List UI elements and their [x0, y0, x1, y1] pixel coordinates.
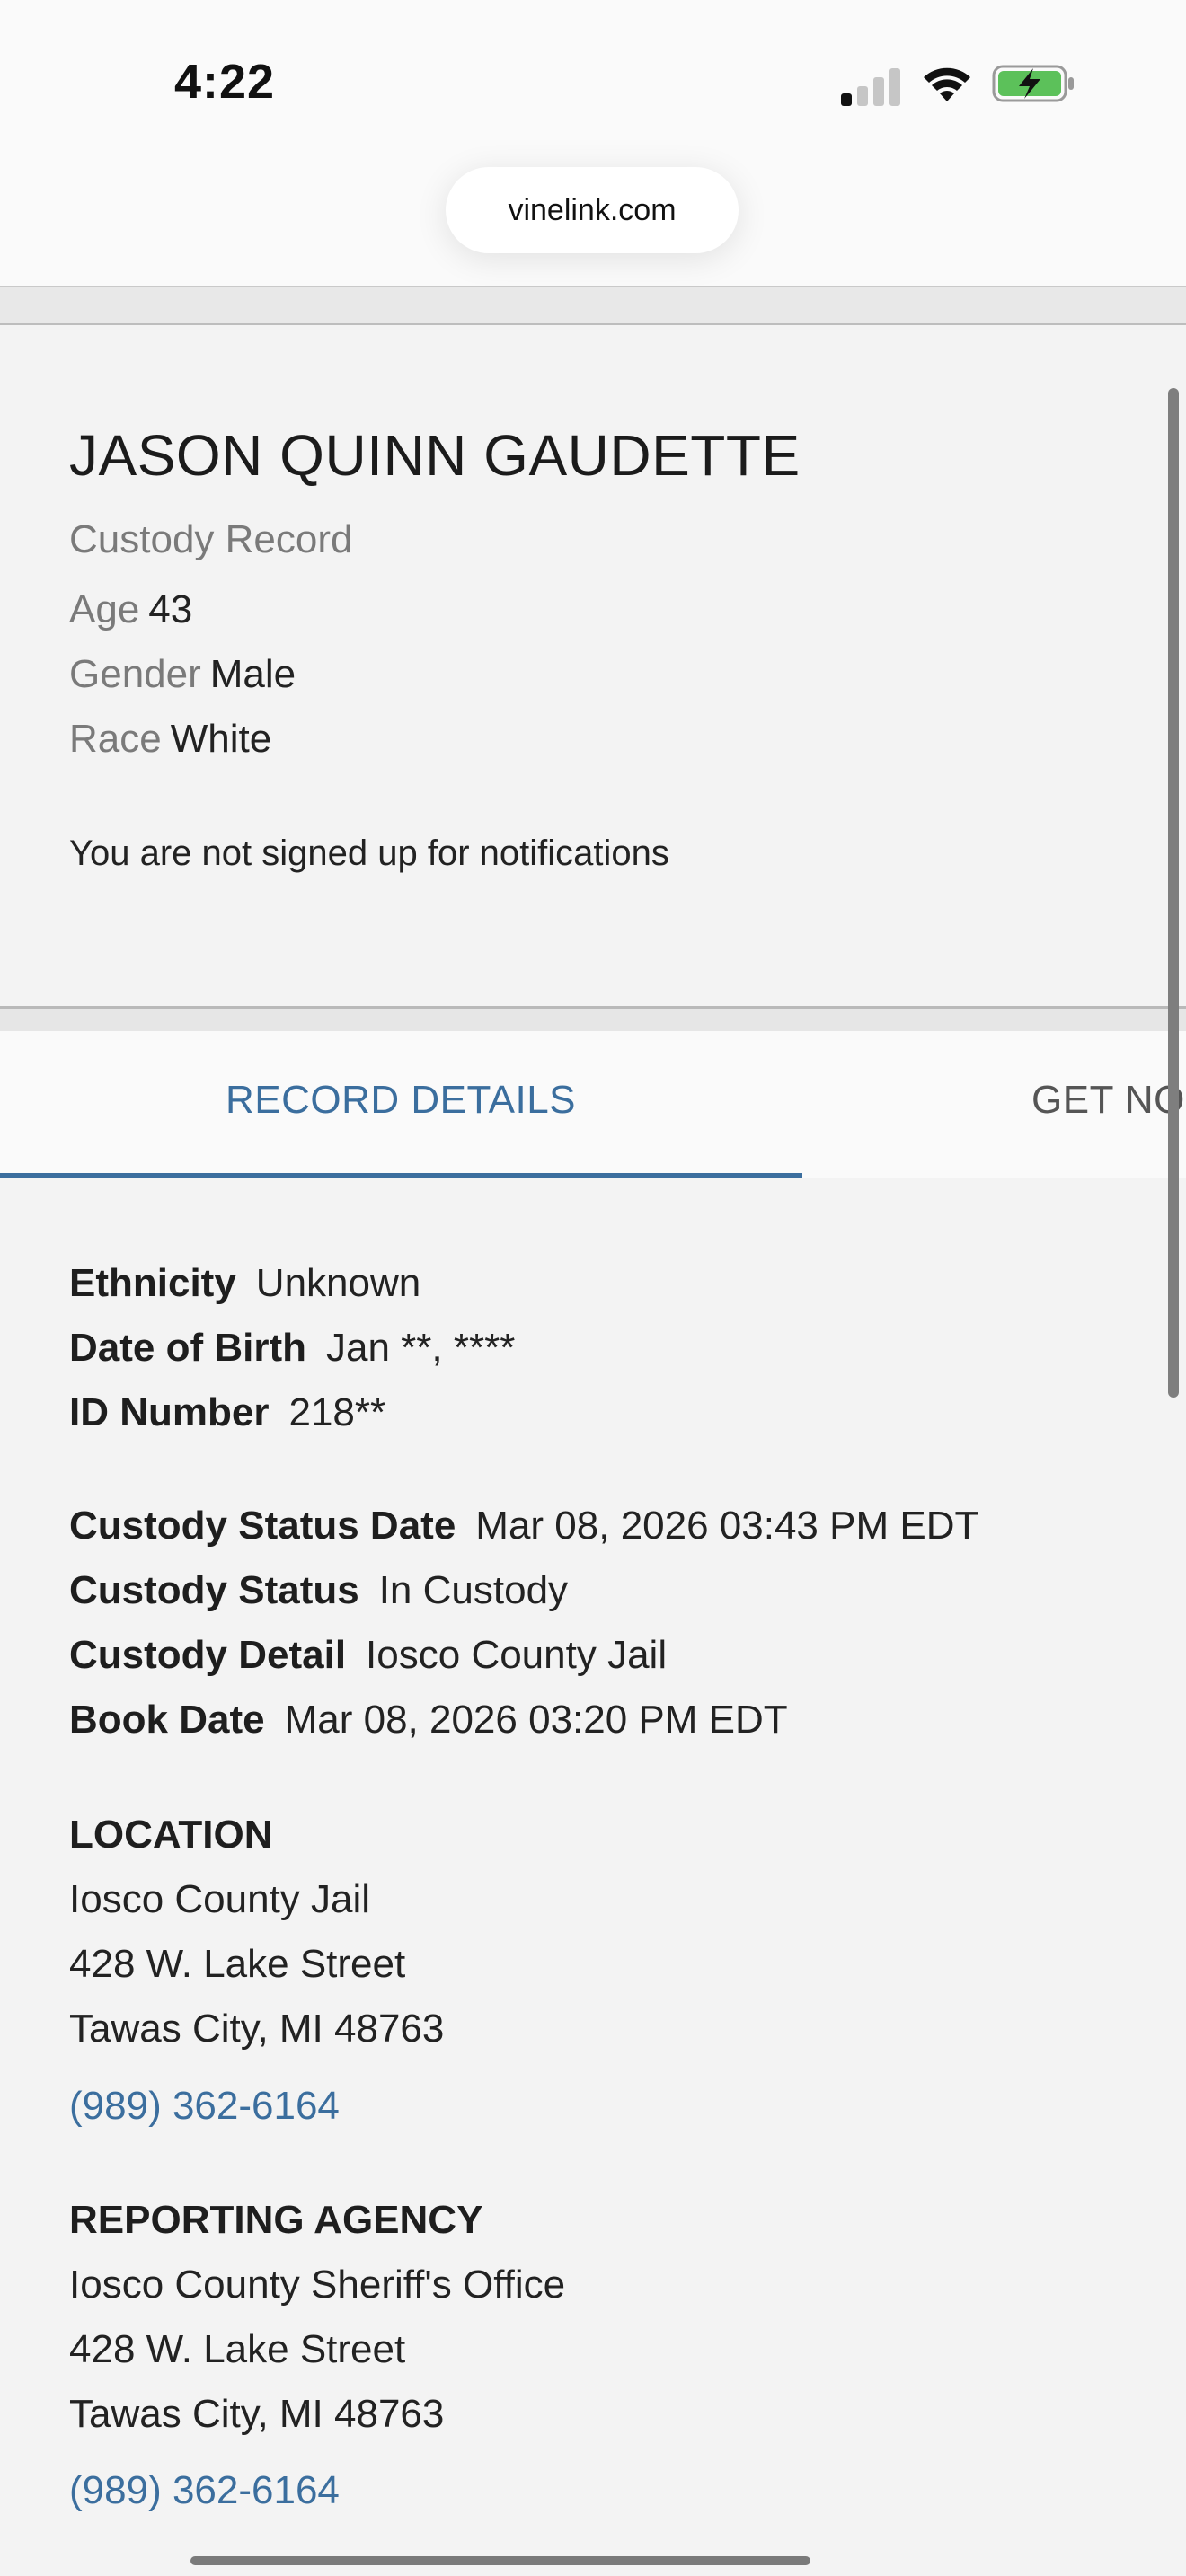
ethnicity-value: Unknown: [255, 1261, 421, 1305]
id-number-label: ID Number: [69, 1390, 270, 1434]
race-attribute: Race White: [69, 717, 271, 762]
location-street: 428 W. Lake Street: [69, 1942, 406, 1986]
home-indicator[interactable]: [190, 2556, 810, 2565]
divider: [0, 1006, 1186, 1032]
custody-status-date-label: Custody Status Date: [69, 1504, 456, 1548]
agency-name: Iosco County Sheriff's Office: [69, 2263, 566, 2307]
reporting-agency-heading: REPORTING AGENCY: [69, 2198, 483, 2242]
book-date-row: Book Date Mar 08, 2026 03:20 PM EDT: [69, 1698, 788, 1742]
tab-get-notified[interactable]: GET NO: [1031, 1078, 1185, 1123]
age-attribute: Age 43: [69, 587, 192, 632]
race-label: Race: [69, 717, 162, 761]
custody-detail-row: Custody Detail Iosco County Jail: [69, 1633, 667, 1678]
age-value: 43: [148, 587, 193, 631]
custody-status-date-value: Mar 08, 2026 03:43 PM EDT: [475, 1504, 979, 1548]
gender-attribute: Gender Male: [69, 652, 296, 697]
book-date-label: Book Date: [69, 1698, 265, 1742]
agency-city: Tawas City, MI 48763: [69, 2392, 445, 2436]
location-city: Tawas City, MI 48763: [69, 2007, 445, 2051]
custody-detail-label: Custody Detail: [69, 1633, 347, 1677]
dob-value: Jan **, ****: [326, 1326, 516, 1370]
active-tab-indicator: [0, 1173, 802, 1178]
offender-name: JASON QUINN GAUDETTE: [69, 423, 801, 488]
battery-charging-icon: [992, 65, 1074, 102]
gender-label: Gender: [69, 652, 201, 696]
custody-status-row: Custody Status In Custody: [69, 1568, 568, 1613]
custody-status-date-row: Custody Status Date Mar 08, 2026 03:43 PM…: [69, 1504, 978, 1548]
ethnicity-row: Ethnicity Unknown: [69, 1261, 420, 1306]
url-text: vinelink.com: [508, 192, 677, 227]
page-scrollbar[interactable]: [1168, 388, 1179, 1398]
agency-phone-link[interactable]: (989) 362-6164: [69, 2468, 340, 2513]
url-bar[interactable]: vinelink.com: [446, 167, 739, 253]
location-heading: LOCATION: [69, 1813, 273, 1857]
notification-status: You are not signed up for notifications: [69, 834, 669, 873]
ethnicity-label: Ethnicity: [69, 1261, 236, 1305]
id-number-value: 218**: [288, 1390, 386, 1434]
status-time: 4:22: [174, 55, 276, 109]
location-name: Iosco County Jail: [69, 1877, 371, 1921]
dob-label: Date of Birth: [69, 1326, 306, 1370]
status-bar: 4:22: [0, 0, 1186, 171]
cellular-signal-icon: [841, 66, 902, 106]
tab-bar: [0, 1031, 1186, 1178]
divider: [0, 286, 1186, 325]
agency-street: 428 W. Lake Street: [69, 2327, 406, 2371]
record-type: Custody Record: [69, 517, 353, 561]
age-label: Age: [69, 587, 140, 631]
dob-row: Date of Birth Jan **, ****: [69, 1326, 515, 1371]
custody-status-value: In Custody: [378, 1568, 569, 1612]
custody-status-label: Custody Status: [69, 1568, 359, 1612]
gender-value: Male: [209, 652, 296, 696]
custody-detail-value: Iosco County Jail: [366, 1633, 668, 1677]
location-phone-link[interactable]: (989) 362-6164: [69, 2084, 340, 2129]
book-date-value: Mar 08, 2026 03:20 PM EDT: [284, 1698, 788, 1742]
wifi-icon: [924, 67, 970, 101]
id-number-row: ID Number 218**: [69, 1390, 385, 1435]
tab-record-details[interactable]: RECORD DETAILS: [226, 1078, 576, 1123]
race-value: White: [170, 717, 272, 761]
